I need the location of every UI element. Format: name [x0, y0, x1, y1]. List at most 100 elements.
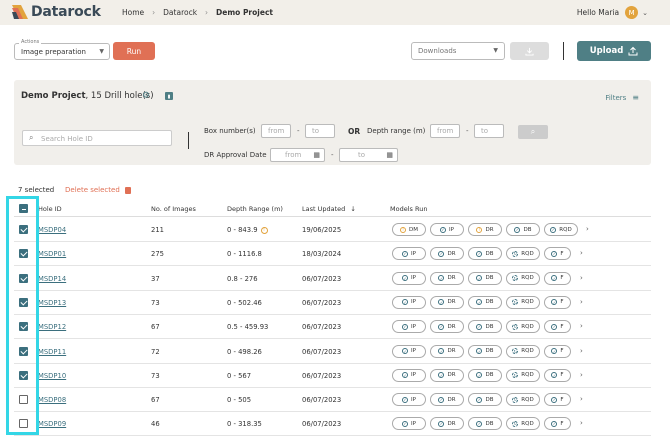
- gear-icon[interactable]: ⚙: [142, 91, 150, 101]
- downloads-select[interactable]: Downloads ▼: [411, 42, 505, 60]
- model-pill[interactable]: ✓ F: [544, 344, 571, 358]
- model-pill[interactable]: ↻ RQD: [506, 344, 540, 358]
- chevron-right-icon[interactable]: ›: [580, 322, 583, 330]
- model-pill[interactable]: ✓ DB: [468, 295, 502, 309]
- delete-selected-button[interactable]: Delete selected: [65, 186, 131, 194]
- chevron-right-icon[interactable]: ›: [586, 225, 589, 233]
- chevron-right-icon[interactable]: ›: [580, 419, 583, 427]
- box-to-input[interactable]: to: [305, 124, 335, 138]
- model-pill[interactable]: ✓ DB: [468, 368, 502, 382]
- chevron-right-icon[interactable]: ›: [580, 274, 583, 282]
- model-pill[interactable]: ✓ IP: [392, 271, 426, 285]
- hole-id-link[interactable]: MSDP04: [38, 226, 66, 234]
- model-pill[interactable]: ✓ F: [544, 368, 571, 382]
- row-checkbox[interactable]: [19, 225, 28, 234]
- hole-id-link[interactable]: MSDP13: [38, 299, 66, 307]
- chevron-right-icon[interactable]: ›: [580, 249, 583, 257]
- chart-icon[interactable]: ▮: [165, 92, 173, 100]
- row-checkbox[interactable]: [19, 249, 28, 259]
- model-pill[interactable]: ! DM: [392, 223, 426, 236]
- calendar-icon[interactable]: ▦: [386, 151, 393, 159]
- model-pill[interactable]: ✓ F: [544, 417, 571, 431]
- model-pill[interactable]: ✓ IP: [392, 344, 426, 358]
- table-row[interactable]: MSDP12 67 0.5 - 459.93 06/07/2023 ✓ IP ✓ DR ✓ DB ↻…: [14, 315, 651, 340]
- avatar[interactable]: M: [625, 6, 639, 19]
- hole-id-link[interactable]: MSDP14: [38, 275, 66, 283]
- model-pill[interactable]: ↻ RQD: [506, 271, 540, 285]
- model-pill[interactable]: ! DR: [468, 223, 502, 236]
- table-row[interactable]: MSDP10 73 0 - 567 06/07/2023 ✓ IP ✓ DR ✓ DB ↻ RQD ✓ F…: [14, 364, 651, 388]
- model-pill[interactable]: ✓ F: [544, 393, 571, 407]
- model-pill[interactable]: ✓ DR: [430, 247, 464, 261]
- model-pill[interactable]: ✓ IP: [392, 393, 426, 407]
- table-row[interactable]: MSDP01 275 0 - 1116.8 18/03/2024 ✓ IP ✓ DR ✓ DB ↻ R…: [14, 242, 651, 267]
- model-pill[interactable]: ✓ DB: [506, 223, 540, 236]
- model-pill[interactable]: ↻ RQD: [506, 417, 540, 431]
- chevron-right-icon[interactable]: ›: [580, 347, 583, 355]
- column-hole-id[interactable]: Hole ID: [38, 205, 62, 213]
- run-button[interactable]: Run: [113, 42, 155, 60]
- select-all-checkbox[interactable]: [19, 204, 28, 213]
- user-menu[interactable]: Hello Maria M ⌄: [577, 6, 648, 19]
- model-pill[interactable]: ✓ DR: [430, 368, 464, 382]
- model-pill[interactable]: ✓ DR: [430, 344, 464, 358]
- breadcrumb-datarock[interactable]: Datarock: [163, 8, 197, 17]
- filters-toggle[interactable]: Filters ≡: [605, 93, 639, 102]
- actions-select[interactable]: Actions Image preparation ▼: [14, 39, 110, 60]
- model-pill[interactable]: ✓ IP: [392, 295, 426, 309]
- approval-from-input[interactable]: from ▦: [270, 148, 325, 162]
- model-pill[interactable]: ✓ F: [544, 247, 571, 261]
- model-pill[interactable]: ✓ F: [544, 295, 571, 309]
- model-pill[interactable]: ↻ RQD: [506, 368, 540, 382]
- table-row[interactable]: MSDP09 46 0 - 318.35 06/07/2023 ✓ IP ✓ DR ✓ DB ↻ RQ…: [14, 412, 651, 437]
- model-pill[interactable]: ✓ DB: [468, 344, 502, 358]
- column-last-updated[interactable]: Last Updated ↓: [302, 205, 356, 213]
- breadcrumb-home[interactable]: Home: [122, 8, 144, 17]
- hole-id-link[interactable]: MSDP08: [38, 396, 66, 404]
- hole-id-link[interactable]: MSDP12: [38, 323, 66, 331]
- calendar-icon[interactable]: ▦: [313, 151, 320, 159]
- model-pill[interactable]: ✓ IP: [392, 417, 426, 431]
- hole-id-link[interactable]: MSDP01: [38, 250, 66, 258]
- model-pill[interactable]: ✓ IP: [392, 247, 426, 261]
- table-row[interactable]: MSDP11 72 0 - 498.26 06/07/2023 ✓ IP ✓ DR ✓ DB ↻ RQ…: [14, 340, 651, 364]
- table-row[interactable]: MSDP13 73 0 - 502.46 06/07/2023 ✓ IP ✓ DR ✓ DB ↻ RQ…: [14, 291, 651, 315]
- row-checkbox[interactable]: [19, 419, 28, 429]
- model-pill[interactable]: ✓ DB: [468, 320, 502, 334]
- chevron-down-icon[interactable]: ⌄: [642, 9, 648, 17]
- model-pill[interactable]: ✓ RQD: [544, 223, 578, 236]
- column-images[interactable]: No. of Images: [151, 205, 196, 213]
- warning-icon[interactable]: !: [260, 226, 268, 234]
- model-pill[interactable]: ✓ DB: [468, 247, 502, 261]
- model-pill[interactable]: ✓ DB: [468, 417, 502, 431]
- hole-id-link[interactable]: MSDP09: [38, 420, 66, 428]
- sort-arrow-icon[interactable]: ↓: [350, 205, 355, 213]
- download-button[interactable]: [510, 42, 549, 60]
- model-pill[interactable]: ✓ DR: [430, 393, 464, 407]
- hole-id-link[interactable]: MSDP10: [38, 372, 66, 380]
- model-pill[interactable]: ✓ DB: [468, 271, 502, 285]
- depth-to-input[interactable]: to: [474, 124, 504, 138]
- row-checkbox[interactable]: [19, 370, 28, 380]
- model-pill[interactable]: ↻ RQD: [506, 295, 540, 309]
- model-pill[interactable]: ↻ RQD: [506, 247, 540, 261]
- search-field[interactable]: ⌕: [22, 130, 172, 146]
- logo[interactable]: Datarock: [12, 4, 101, 20]
- column-depth-range[interactable]: Depth Range (m): [227, 205, 283, 213]
- chevron-right-icon[interactable]: ›: [580, 395, 583, 403]
- box-from-input[interactable]: from: [261, 124, 291, 138]
- filter-search-button[interactable]: ⌕: [518, 125, 548, 139]
- row-checkbox[interactable]: [19, 297, 28, 307]
- model-pill[interactable]: ✓ DB: [468, 393, 502, 407]
- model-pill[interactable]: ✓ IP: [392, 368, 426, 382]
- model-pill[interactable]: ↻ RQD: [506, 393, 540, 407]
- hole-id-link[interactable]: MSDP11: [38, 348, 66, 356]
- row-checkbox[interactable]: [19, 322, 28, 332]
- model-pill[interactable]: ✓ DR: [430, 295, 464, 309]
- model-pill[interactable]: ↻ RQD: [506, 320, 540, 334]
- row-checkbox[interactable]: [19, 395, 28, 405]
- table-row[interactable]: MSDP04 211 0 - 843.9! 19/06/2025! DM ✓ IP! DR ✓ D…: [14, 218, 651, 242]
- upload-button[interactable]: Upload: [577, 41, 651, 61]
- model-pill[interactable]: ✓ F: [544, 320, 571, 334]
- model-pill[interactable]: ✓ IP: [392, 320, 426, 334]
